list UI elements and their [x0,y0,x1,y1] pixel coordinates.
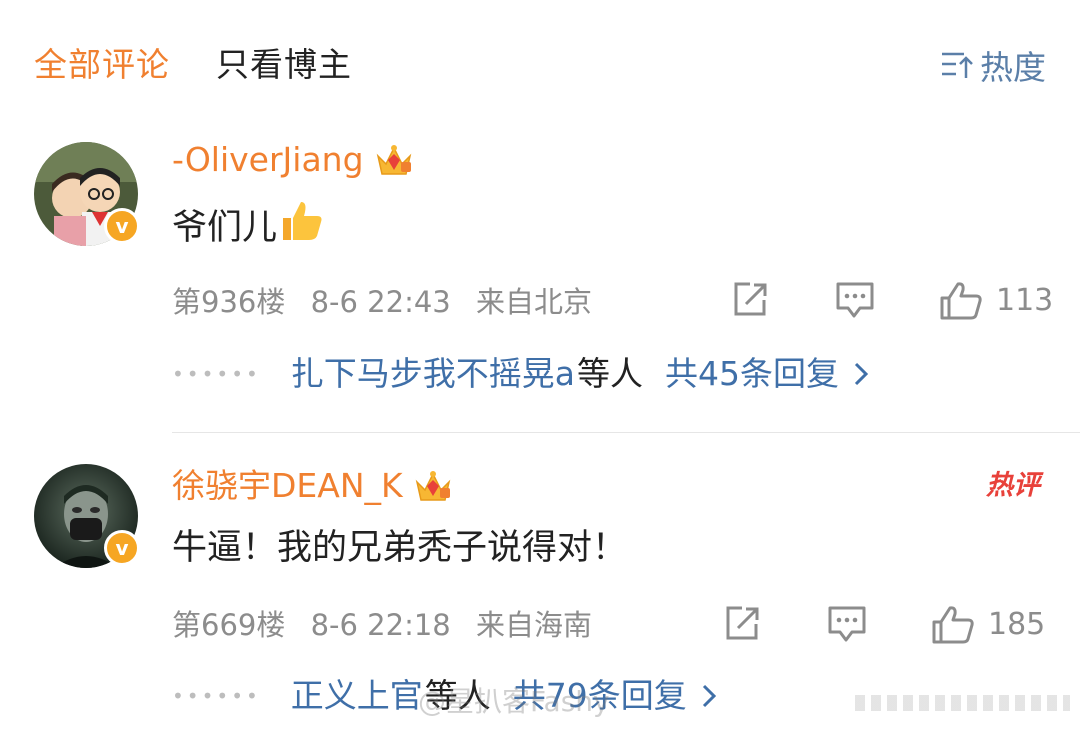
share-icon [726,606,759,640]
reply-others: 等人 [577,354,644,393]
replies-link[interactable]: •••••• 扎下马步我不摇晃a 等人 共45条回复 [172,352,869,396]
reply-count: 共45条回复 [665,354,840,393]
hot-comment-badge: 热评 [986,470,1040,501]
comment-content: 牛逼！我的兄弟秃子说得对！ [172,524,627,572]
reply-button[interactable] [834,280,876,320]
username-text: 徐骁宇DEAN_K [172,466,403,505]
thumbs-up-icon [940,282,982,320]
like-button[interactable]: 113 [938,280,1053,322]
comment-item: v -OliverJiang 爷们儿 第936楼 8-6 22:43 来自北京 … [0,130,1080,430]
avatar[interactable]: v [34,464,140,568]
comment-text: 爷们儿 [172,207,278,248]
avatar[interactable]: v [34,142,140,246]
chevron-right-icon [854,362,869,386]
comment-time: 8-6 22:43 [310,285,451,319]
verified-badge-icon: v [104,208,140,244]
comment-icon [828,606,866,642]
tab-all-comments[interactable]: 全部评论 [34,42,170,88]
comment-time: 8-6 22:18 [310,608,451,642]
sort-icon [942,52,973,78]
like-button[interactable]: 185 [930,604,1045,646]
comment-content: 爷们儿 [172,198,325,257]
crown-icon [376,145,411,175]
comment-username[interactable]: 徐骁宇DEAN_K [172,464,453,508]
comment-username[interactable]: -OliverJiang [172,138,414,182]
comments-page: 全部评论 只看博主 热度 v -OliverJiang 爷们儿 第936楼 8-… [0,0,1080,730]
comment-location: 来自海南 [475,608,592,642]
thumbs-up-icon [932,606,974,644]
verified-badge-icon: v [104,530,140,566]
tab-op-only[interactable]: 只看博主 [216,42,352,88]
sort-button[interactable]: 热度 [940,42,1046,88]
dots-icon: •••••• [172,362,261,386]
dots-icon: •••••• [172,684,261,708]
username-text: -OliverJiang [172,140,364,179]
crown-icon [415,471,450,501]
floor-number: 第936楼 [172,285,286,319]
comment-location: 来自北京 [475,285,592,319]
chevron-right-icon [702,684,716,708]
share-icon [734,282,767,316]
watermark: @星扒客Fashy [418,685,610,718]
share-button[interactable] [722,604,762,644]
like-count: 185 [988,607,1046,642]
comment-divider [172,432,1080,433]
reply-button[interactable] [826,604,868,644]
sort-label: 热度 [980,48,1046,87]
reply-user: 扎下马步我不摇晃a [290,354,576,393]
thumbs-up-emoji-icon [279,198,325,257]
comment-meta: 第669楼 8-6 22:18 来自海南 [172,605,608,645]
reply-user: 正义上官 [290,676,423,715]
floor-number: 第669楼 [172,608,286,642]
like-count: 113 [996,283,1054,318]
comment-text: 牛逼！我的兄弟秃子说得对！ [172,528,628,568]
comment-meta: 第936楼 8-6 22:43 来自北京 [172,282,608,322]
share-button[interactable] [730,280,770,320]
watermark-bar [855,695,1070,711]
comment-tabs: 全部评论 只看博主 热度 [0,0,1080,130]
comment-icon [836,282,874,318]
